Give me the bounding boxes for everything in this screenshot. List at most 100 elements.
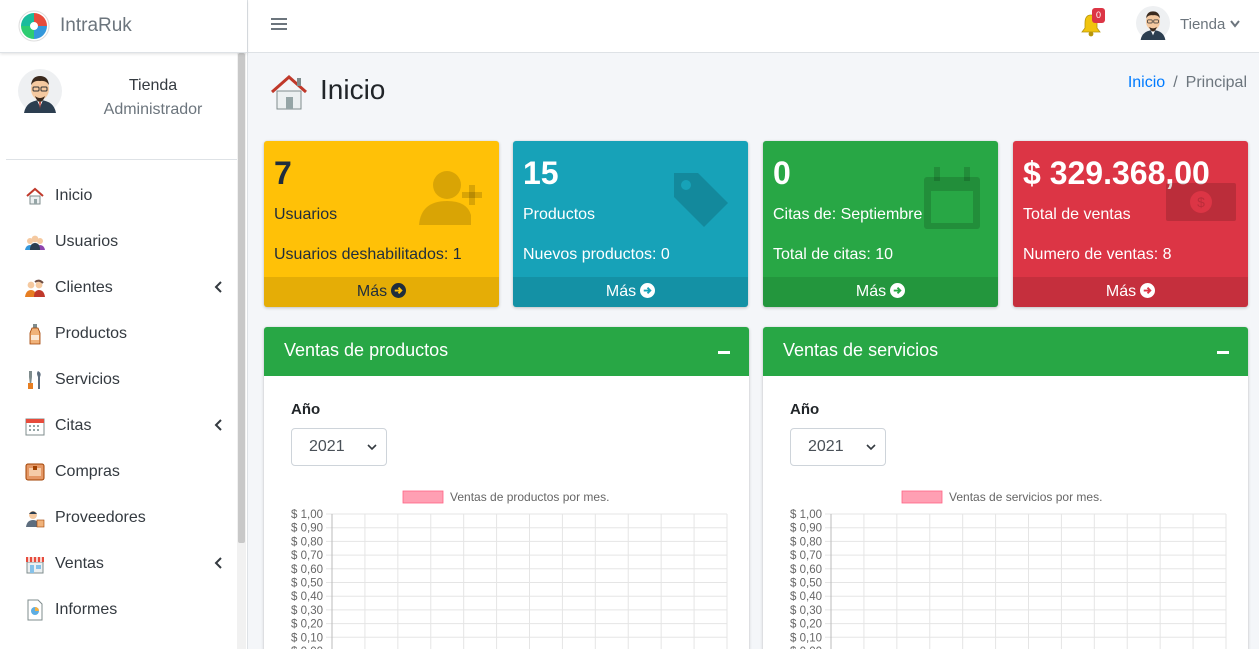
arrow-circle-right-icon: [1140, 283, 1156, 298]
arrow-circle-right-icon: [890, 283, 906, 298]
user-role: Administrador: [103, 101, 203, 118]
stat-sub: Total de citas: 10: [773, 246, 894, 263]
notification-badge: 0: [1092, 8, 1105, 23]
more-info-link[interactable]: Más: [1013, 277, 1248, 307]
more-label: Más: [356, 283, 388, 300]
calendar-icon: [924, 167, 980, 229]
more-info-link[interactable]: Más: [513, 277, 748, 307]
ventas-stat-box: $ 329.368,00 Total de ventas Numero de v…: [1013, 141, 1248, 307]
stat-label: Productos: [523, 206, 596, 223]
productos-stat-box: 15 Productos Nuevos productos: 0 Más: [513, 141, 748, 307]
brand-name: IntraRuk: [60, 15, 132, 36]
ventas-productos-chart: Ventas de productos por mes. $ 1,00 $ 0,90…: [291, 490, 728, 649]
y-tick-label: $ 0,20: [291, 619, 323, 631]
legend-swatch: [402, 490, 444, 504]
user-name[interactable]: Tienda: [68, 77, 238, 95]
y-tick-label: $ 0,90: [790, 523, 822, 535]
users-group-icon: [24, 231, 46, 253]
sidebar-scrollbar[interactable]: [237, 53, 246, 649]
sidebar-item-ventas[interactable]: Ventas: [0, 541, 237, 587]
house-icon: [271, 74, 307, 110]
scrollbar-thumb[interactable]: [238, 53, 245, 543]
sidebar-item-compras[interactable]: Compras: [0, 449, 237, 495]
sidebar-item-productos[interactable]: Productos: [0, 311, 237, 357]
card-title: Ventas de productos: [284, 340, 449, 360]
user-avatar[interactable]: [18, 69, 62, 113]
chevron-down-icon: [367, 444, 377, 451]
chevron-down-icon: [866, 444, 876, 451]
card-header: Ventas de productos: [264, 327, 749, 376]
stat-label: Total de ventas: [1023, 206, 1131, 223]
y-tick-label: $ 0,40: [291, 591, 323, 603]
year-select[interactable]: 2021: [790, 428, 886, 466]
sidebar-item-label: Proveedores: [55, 509, 146, 526]
stat-sub: Usuarios deshabilitados: 1: [274, 246, 462, 263]
legend-swatch: [901, 490, 943, 504]
legend-label: Ventas de servicios por mes.: [949, 490, 1102, 504]
year-select[interactable]: 2021: [291, 428, 387, 466]
sidebar-item-label: Clientes: [55, 279, 113, 296]
y-tick-label: $ 0,60: [790, 564, 822, 576]
ventas-servicios-card: Ventas de servicios Año 2021 Ventas de s…: [763, 327, 1248, 649]
sidebar-item-citas[interactable]: Citas: [0, 403, 237, 449]
y-tick-label: $ 0,90: [291, 523, 323, 535]
stat-sub: Numero de ventas: 8: [1023, 246, 1172, 263]
chevron-left-icon: [214, 281, 222, 293]
stat-value: 7: [274, 155, 292, 191]
y-tick-label: $ 0,80: [291, 536, 323, 548]
year-select-value: 2021: [808, 438, 844, 455]
card-title: Ventas de servicios: [783, 340, 939, 360]
topbar-avatar[interactable]: [1136, 6, 1170, 40]
hamburger-menu-icon[interactable]: [271, 17, 287, 31]
more-info-link[interactable]: Más: [264, 277, 499, 307]
sidebar-item-proveedores[interactable]: Proveedores: [0, 495, 237, 541]
y-tick-label: $ 0,50: [790, 578, 822, 590]
year-label: Año: [291, 401, 321, 418]
stat-sub: Nuevos productos: 0: [523, 246, 670, 263]
topbar-user-name[interactable]: Tienda: [1180, 16, 1225, 33]
sidebar-item-servicios[interactable]: Servicios: [0, 357, 237, 403]
sidebar-item-label: Usuarios: [55, 233, 119, 250]
legend-label: Ventas de productos por mes.: [450, 490, 609, 504]
report-icon: [24, 599, 46, 621]
house-icon: [24, 185, 46, 207]
top-navbar: 0 Tienda: [248, 0, 1259, 53]
clients-icon: [24, 277, 46, 299]
sidebar-item-label: Productos: [55, 325, 128, 342]
product-bottle-icon: [24, 323, 46, 345]
tags-icon: [674, 173, 728, 227]
brand-logo-icon: [18, 10, 50, 42]
minus-icon[interactable]: [1217, 351, 1229, 354]
sidebar-item-label: Citas: [55, 417, 92, 434]
more-label: Más: [855, 283, 887, 300]
y-tick-label: $ 0,70: [790, 550, 822, 562]
sidebar-item-informes[interactable]: Informes: [0, 587, 237, 633]
ventas-servicios-chart: Ventas de servicios por mes. $ 1,00 $ 0,90…: [790, 490, 1227, 649]
sidebar-item-clientes[interactable]: Clientes: [0, 265, 237, 311]
breadcrumb-separator: /: [1173, 74, 1178, 91]
chevron-left-icon: [214, 557, 222, 569]
more-label: Más: [605, 283, 637, 300]
stat-value: 0: [773, 155, 791, 191]
svg-text:$: $: [1197, 194, 1205, 210]
card-header: Ventas de servicios: [763, 327, 1248, 376]
breadcrumb-link-inicio[interactable]: Inicio: [1128, 74, 1165, 91]
supplier-icon: [24, 507, 46, 529]
sidebar-item-usuarios[interactable]: Usuarios: [0, 219, 237, 265]
brand-link[interactable]: IntraRuk: [0, 0, 247, 53]
y-tick-label: $ 0,30: [291, 605, 323, 617]
more-info-link[interactable]: Más: [763, 277, 998, 307]
ventas-productos-card: Ventas de productos Año 2021 Ventas de p…: [264, 327, 749, 649]
chevron-down-icon[interactable]: [1230, 20, 1240, 28]
stat-label: Usuarios: [274, 206, 338, 223]
sidebar-item-inicio[interactable]: Inicio: [0, 173, 237, 219]
sidebar-item-label: Informes: [55, 601, 118, 618]
page-title: Inicio: [320, 74, 386, 105]
box-icon: [24, 461, 46, 483]
y-tick-label: $ 0,50: [291, 578, 323, 590]
y-tick-label: $ 1,00: [291, 509, 323, 521]
y-tick-label: $ 0,10: [291, 632, 323, 644]
stat-label: Citas de: Septiembre: [773, 206, 923, 223]
y-tick-label: $ 0,10: [790, 632, 822, 644]
minus-icon[interactable]: [718, 351, 730, 354]
